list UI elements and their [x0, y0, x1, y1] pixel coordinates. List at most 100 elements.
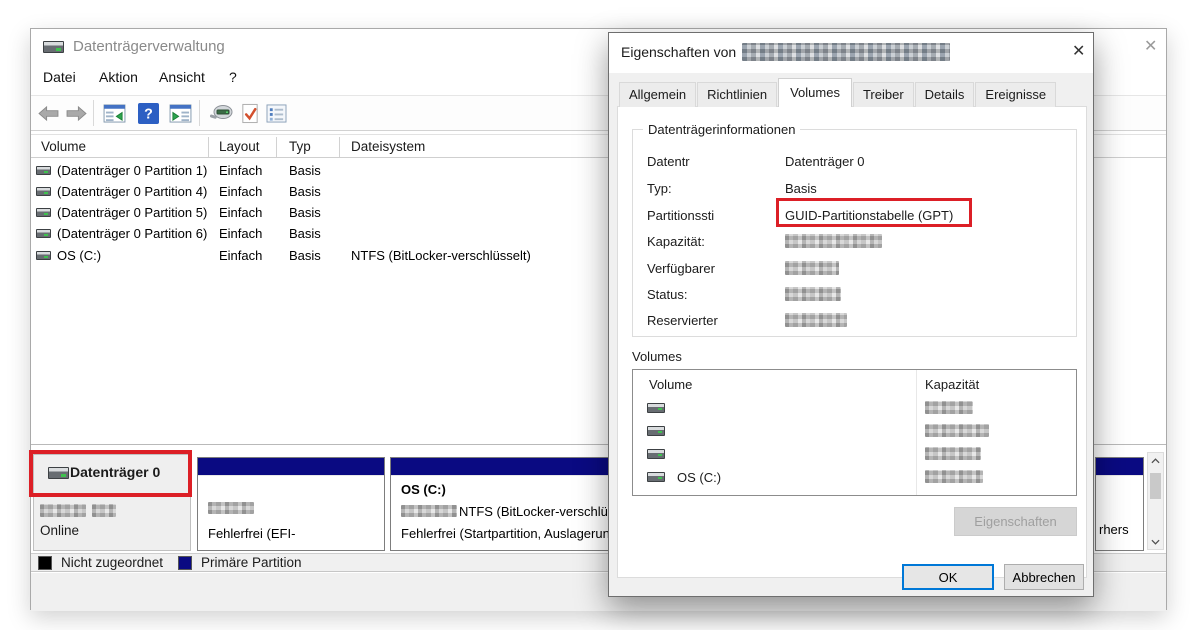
ok-button[interactable]: OK — [902, 564, 994, 590]
properties-button[interactable]: Eigenschaften — [954, 507, 1077, 536]
tab-richtlinien[interactable]: Richtlinien — [697, 82, 777, 107]
censored-capacity — [925, 470, 983, 483]
censored-free-space-value — [785, 261, 839, 275]
drive-icon — [647, 426, 665, 436]
unallocated-color-swatch — [38, 556, 52, 570]
column-typ[interactable]: Typ — [289, 139, 311, 154]
tab-volumes[interactable]: Volumes — [778, 78, 852, 107]
disk-name: Datenträger 0 — [70, 464, 160, 480]
volume-list-item[interactable] — [633, 423, 1076, 445]
drive-icon — [36, 251, 51, 260]
drive-icon — [36, 208, 51, 217]
scroll-up-icon[interactable] — [1148, 453, 1163, 468]
volume-list-item[interactable] — [633, 400, 1076, 422]
drive-icon — [647, 403, 665, 413]
drive-icon — [36, 187, 51, 196]
partition-status: Fehlerfrei (EFI- — [208, 526, 295, 541]
volume-list-item[interactable] — [633, 446, 1076, 468]
close-icon[interactable]: ✕ — [1072, 44, 1085, 60]
partition-status-fragment: rhers — [1099, 522, 1129, 537]
partition-block-efi[interactable]: Fehlerfrei (EFI- — [197, 457, 385, 551]
censored-partition-size — [401, 505, 457, 517]
volumes-listbox: Volume Kapazität — [632, 369, 1077, 496]
volumes-tab-page: Datenträgerinformationen Datentr Datentr… — [617, 106, 1087, 578]
disk-search-icon[interactable] — [209, 101, 235, 125]
vertical-scrollbar[interactable] — [1147, 452, 1164, 550]
properties-dialog: Eigenschaften von ✕ Allgemein Richtlinie… — [608, 32, 1094, 597]
help-icon[interactable]: ? — [135, 101, 161, 125]
close-icon[interactable]: ✕ — [1144, 39, 1157, 55]
cell-layout: Einfach — [219, 184, 262, 199]
cell-volume: (Datenträger 0 Partition 4) — [57, 184, 207, 199]
field-label: Partitionssti — [647, 208, 714, 223]
primary-partition-bar — [1096, 458, 1143, 476]
censored-disk-size — [40, 504, 86, 517]
legend-label: Primäre Partition — [201, 555, 302, 570]
field-label: Datentr — [647, 154, 690, 169]
drive-icon — [36, 229, 51, 238]
drive-icon — [48, 467, 69, 479]
back-arrow-icon[interactable] — [35, 101, 61, 125]
column-volume[interactable]: Volume — [649, 377, 692, 392]
field-label: Reservierter — [647, 313, 718, 328]
censored-capacity — [925, 424, 989, 437]
cell-layout: Einfach — [219, 163, 262, 178]
disk0-tile[interactable]: Datenträger 0 Online — [33, 454, 191, 551]
task-check-icon[interactable] — [237, 101, 263, 125]
censored-disk-size — [92, 504, 116, 517]
disk-status: Online — [40, 523, 79, 538]
scrollbar-thumb[interactable] — [1150, 473, 1161, 499]
censored-capacity — [925, 401, 973, 414]
volume-list-item[interactable]: OS (C:) — [633, 469, 1076, 491]
forward-arrow-icon[interactable] — [63, 101, 89, 125]
cell-volume: OS (C:) — [57, 248, 101, 263]
column-dateisystem[interactable]: Dateisystem — [351, 139, 425, 154]
cell-typ: Basis — [289, 184, 321, 199]
column-volume[interactable]: Volume — [41, 139, 86, 154]
column-layout[interactable]: Layout — [219, 139, 260, 154]
tab-ereignisse[interactable]: Ereignisse — [975, 82, 1056, 107]
action-pane-icon[interactable] — [167, 101, 193, 125]
cancel-button[interactable]: Abbrechen — [1004, 564, 1084, 590]
field-value-gpt: GUID-Partitionstabelle (GPT) — [785, 208, 953, 223]
volume-name: OS (C:) — [677, 470, 721, 485]
legend-label: Nicht zugeordnet — [61, 555, 163, 570]
menu-ansicht[interactable]: Ansicht — [159, 69, 205, 85]
field-label: Status: — [647, 287, 687, 302]
properties-list-icon[interactable] — [263, 101, 289, 125]
dialog-title-prefix: Eigenschaften von — [621, 44, 736, 60]
menu-aktion[interactable]: Aktion — [99, 69, 138, 85]
field-value: Datenträger 0 — [785, 154, 865, 169]
tab-details[interactable]: Details — [915, 82, 975, 107]
menu-datei[interactable]: Datei — [43, 69, 76, 85]
cell-volume: (Datenträger 0 Partition 1) — [57, 163, 207, 178]
field-value: Basis — [785, 181, 817, 196]
drive-icon — [647, 472, 665, 482]
censored-status-value — [785, 287, 841, 301]
tab-strip: Allgemein Richtlinien Volumes Treiber De… — [619, 83, 1057, 107]
censored-reserved-value — [785, 313, 847, 327]
disk-management-app-icon — [43, 41, 64, 53]
cell-layout: Einfach — [219, 205, 262, 220]
groupbox-title: Datenträgerinformationen — [643, 122, 800, 137]
window-title: Datenträgerverwaltung — [73, 38, 225, 55]
console-tree-icon[interactable] — [101, 101, 127, 125]
partition-title: OS (C:) — [401, 482, 446, 497]
menu-help[interactable]: ? — [229, 69, 237, 85]
cell-layout: Einfach — [219, 248, 262, 263]
disk-info-groupbox: Datenträgerinformationen Datentr Datentr… — [632, 129, 1077, 337]
partition-block-os-c[interactable]: OS (C:) NTFS (BitLocker-verschlüsselt) F… — [390, 457, 620, 551]
partition-status: Fehlerfrei (Startpartition, Auslagerungs… — [401, 526, 620, 541]
tab-treiber[interactable]: Treiber — [853, 82, 914, 107]
scroll-down-icon[interactable] — [1148, 534, 1163, 549]
svg-text:?: ? — [144, 106, 153, 122]
cell-volume: (Datenträger 0 Partition 5) — [57, 205, 207, 220]
tab-allgemein[interactable]: Allgemein — [619, 82, 696, 107]
drive-icon — [647, 449, 665, 459]
partition-block-recovery[interactable]: rhers — [1095, 457, 1144, 551]
field-label: Verfügbarer — [647, 261, 715, 276]
dialog-titlebar[interactable]: Eigenschaften von ✕ — [609, 33, 1093, 73]
drive-icon — [36, 166, 51, 175]
column-kapazitaet[interactable]: Kapazität — [925, 377, 979, 392]
cell-typ: Basis — [289, 205, 321, 220]
